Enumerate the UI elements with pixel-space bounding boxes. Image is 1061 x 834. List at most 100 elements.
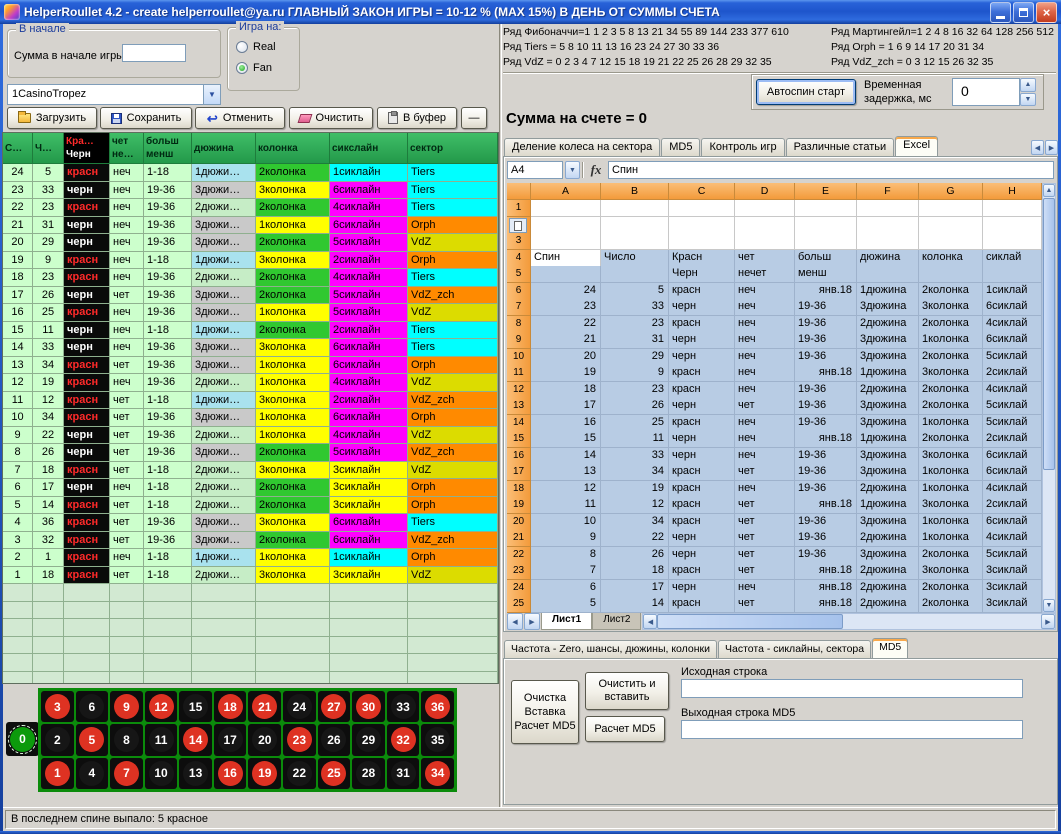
excel-cell[interactable]: 4сиклай	[983, 481, 1042, 498]
excel-col-header[interactable]: B	[601, 183, 669, 200]
excel-cell[interactable]: 2дюжина	[857, 530, 919, 547]
excel-cell[interactable]: янв.18	[795, 365, 857, 382]
spin-row[interactable]: 1625красннеч19-363дюжи…1колонка5сиклайнV…	[3, 304, 498, 322]
titlebar[interactable]: HelperRoullet 4.2 - create helperroullet…	[0, 0, 1061, 24]
excel-cell[interactable]: 3дюжина	[857, 547, 919, 564]
excel-cell[interactable]: Черн	[669, 266, 735, 283]
dropdown-arrow-icon[interactable]: ▼	[203, 85, 220, 104]
excel-cell[interactable]: 6сиклай	[983, 299, 1042, 316]
excel-row-number[interactable]: 15	[507, 431, 531, 448]
excel-cell[interactable]: 19-36	[795, 547, 857, 564]
excel-cell[interactable]: 19-36	[795, 448, 857, 465]
excel-cell[interactable]: 26	[601, 398, 669, 415]
excel-cell[interactable]: 3дюжина	[857, 349, 919, 366]
excel-cell[interactable]	[983, 233, 1042, 250]
excel-cell[interactable]: 2сиклай	[983, 365, 1042, 382]
excel-cell[interactable]: янв.18	[795, 431, 857, 448]
excel-cell[interactable]: 3сиклай	[983, 563, 1042, 580]
excel-row-number[interactable]: 17	[507, 464, 531, 481]
excel-row-number[interactable]: 13	[507, 398, 531, 415]
excel-cell[interactable]	[983, 200, 1042, 217]
excel-cell[interactable]: 19-36	[795, 415, 857, 432]
hscroll-thumb[interactable]	[657, 614, 842, 629]
excel-cell[interactable]: 23	[531, 299, 601, 316]
excel-cell[interactable]: неч	[735, 332, 795, 349]
main-tab-2[interactable]: Контроль игр	[701, 138, 784, 156]
excel-cell[interactable]	[601, 266, 669, 283]
excel-vscroll[interactable]: ▲ ▼	[1042, 183, 1056, 613]
excel-cell[interactable]: 3колонка	[919, 299, 983, 316]
excel-cell[interactable]: 5	[531, 596, 601, 613]
excel-cell[interactable]: 24	[531, 283, 601, 300]
excel-row-number[interactable]: 5	[507, 266, 531, 283]
spin-row[interactable]: 1334краснчет19-363дюжи…1колонка6сиклайнO…	[3, 357, 498, 375]
excel-cell[interactable]: 16	[531, 415, 601, 432]
excel-cell[interactable]: 1колонка	[919, 481, 983, 498]
excel-cell[interactable]: черн	[669, 448, 735, 465]
excel-cell[interactable]: чет	[735, 464, 795, 481]
clear-button[interactable]: Очистить	[289, 107, 373, 129]
excel-cell[interactable]: черн	[669, 398, 735, 415]
excel-cell[interactable]: 6	[531, 580, 601, 597]
excel-cell[interactable]: 5сиклай	[983, 398, 1042, 415]
undo-button[interactable]: ↩ Отменить	[195, 107, 285, 129]
name-box[interactable]: A4	[507, 161, 563, 179]
excel-cell[interactable]: янв.18	[795, 497, 857, 514]
excel-cell[interactable]: 29	[601, 349, 669, 366]
excel-cell[interactable]: неч	[735, 415, 795, 432]
excel-cell[interactable]: 18	[601, 563, 669, 580]
excel-cell[interactable]	[983, 266, 1042, 283]
excel-cell[interactable]: 9	[601, 365, 669, 382]
excel-row-number[interactable]: 21	[507, 530, 531, 547]
excel-cell[interactable]: неч	[735, 283, 795, 300]
excel-cell[interactable]: 2сиклай	[983, 497, 1042, 514]
excel-cell[interactable]: 4сиклай	[983, 530, 1042, 547]
excel-cell[interactable]: черн	[669, 299, 735, 316]
excel-cell[interactable]: 6сиклай	[983, 332, 1042, 349]
excel-cell[interactable]: 2сиклай	[983, 431, 1042, 448]
excel-cell[interactable]: 3сиклай	[983, 596, 1042, 613]
excel-cell[interactable]: 3дюжина	[857, 299, 919, 316]
excel-cell[interactable]: 5сиклай	[983, 349, 1042, 366]
excel-cell[interactable]: 5сиклай	[983, 415, 1042, 432]
excel-cell[interactable]: 1дюжина	[857, 283, 919, 300]
fx-icon[interactable]: fx	[586, 162, 606, 178]
excel-cell[interactable]: 2дюжина	[857, 580, 919, 597]
excel-cell[interactable]	[531, 200, 601, 217]
spin-row[interactable]: 617черннеч1-182дюжи…2колонка3сиклайнOrph	[3, 479, 498, 497]
sheet-tab-1[interactable]: Лист2	[592, 613, 641, 630]
excel-cell[interactable]: 3дюжина	[857, 448, 919, 465]
sheet-nav-right-icon[interactable]: ▶	[524, 613, 540, 630]
excel-cell[interactable]: чет	[735, 563, 795, 580]
excel-row-number[interactable]: 7	[507, 299, 531, 316]
excel-cell[interactable]: красн	[669, 464, 735, 481]
excel-cell[interactable]: менш	[795, 266, 857, 283]
excel-cell[interactable]: 7	[531, 563, 601, 580]
spin-row[interactable]: 2029черннеч19-363дюжи…2колонка5сиклайнVd…	[3, 234, 498, 252]
excel-cell[interactable]: 34	[601, 464, 669, 481]
excel-cell[interactable]: 13	[531, 464, 601, 481]
excel-cell[interactable]: 5сиклай	[983, 547, 1042, 564]
main-tab-4[interactable]: Excel	[895, 136, 938, 156]
excel-cell[interactable]: 20	[531, 349, 601, 366]
excel-cell[interactable]	[857, 233, 919, 250]
freq-tab-0[interactable]: Частота - Zero, шансы, дюжины, колонки	[504, 640, 717, 658]
excel-row-number[interactable]: 8	[507, 316, 531, 333]
radio-real[interactable]: Real	[236, 41, 276, 53]
excel-row-number[interactable]: 20	[507, 514, 531, 531]
excel-cell[interactable]: 19	[531, 365, 601, 382]
excel-cell[interactable]: Число	[601, 250, 669, 267]
excel-cell[interactable]	[669, 200, 735, 217]
excel-cell[interactable]: 23	[601, 382, 669, 399]
excel-row-number[interactable]: 12	[507, 382, 531, 399]
md5-paste-button[interactable]: Очистить и вставить	[585, 672, 669, 710]
excel-cell[interactable]	[857, 266, 919, 283]
excel-cell[interactable]	[669, 217, 735, 234]
excel-row-number[interactable]: 11	[507, 365, 531, 382]
delay-spinner-value[interactable]: 0	[952, 78, 1020, 106]
excel-cell[interactable]: 6сиклай	[983, 464, 1042, 481]
excel-cell[interactable]: колонка	[919, 250, 983, 267]
excel-row-number[interactable]: 18	[507, 481, 531, 498]
excel-cell[interactable]: 1колонка	[919, 464, 983, 481]
excel-cell[interactable]: 6сиклай	[983, 514, 1042, 531]
